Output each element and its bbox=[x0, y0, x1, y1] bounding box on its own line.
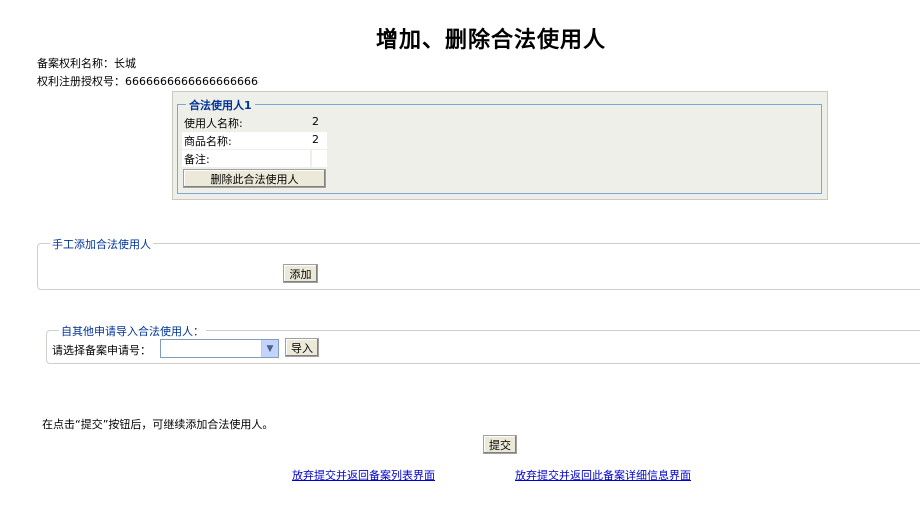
import-legend: 自其他申请导入合法使用人： bbox=[59, 323, 206, 339]
abandon-return-detail-link[interactable]: 放弃提交并返回此备案详细信息界面 bbox=[515, 467, 691, 483]
user-name-label: 使用人名称: bbox=[184, 117, 243, 130]
product-name-label: 商品名称: bbox=[184, 135, 232, 148]
product-name-value: 2 bbox=[312, 133, 319, 146]
manual-add-fieldset bbox=[37, 243, 920, 290]
record-reg-label: 权利注册授权号： bbox=[37, 75, 125, 88]
chevron-down-icon[interactable]: ▼ bbox=[261, 340, 278, 357]
remark-label: 备注: bbox=[184, 153, 210, 166]
submit-note: 在点击“提交”按钮后，可继续添加合法使用人。 bbox=[42, 418, 274, 431]
record-reg-value: 6666666666666666666 bbox=[125, 75, 258, 88]
add-button[interactable]: 添加 bbox=[283, 264, 318, 283]
record-name-label: 备案权利名称： bbox=[37, 57, 114, 70]
application-number-select[interactable]: ▼ bbox=[160, 339, 279, 358]
remark-value-cell bbox=[312, 150, 327, 167]
manual-add-legend: 手工添加合法使用人 bbox=[50, 236, 153, 252]
import-button[interactable]: 导入 bbox=[285, 338, 319, 357]
select-application-label: 请选择备案申请号： bbox=[52, 344, 151, 357]
delete-user-button[interactable]: 删除此合法使用人 bbox=[183, 169, 326, 188]
record-name-value: 长城 bbox=[114, 57, 136, 70]
legal-user-legend: 合法使用人1 bbox=[186, 97, 255, 113]
record-reg-line: 权利注册授权号：6666666666666666666 bbox=[37, 73, 258, 89]
record-name-line: 备案权利名称：长城 bbox=[37, 55, 136, 71]
user-name-value: 2 bbox=[312, 115, 319, 128]
submit-button[interactable]: 提交 bbox=[483, 435, 517, 454]
abandon-return-list-link[interactable]: 放弃提交并返回备案列表界面 bbox=[292, 467, 435, 483]
page-title: 增加、删除合法使用人 bbox=[376, 27, 607, 53]
